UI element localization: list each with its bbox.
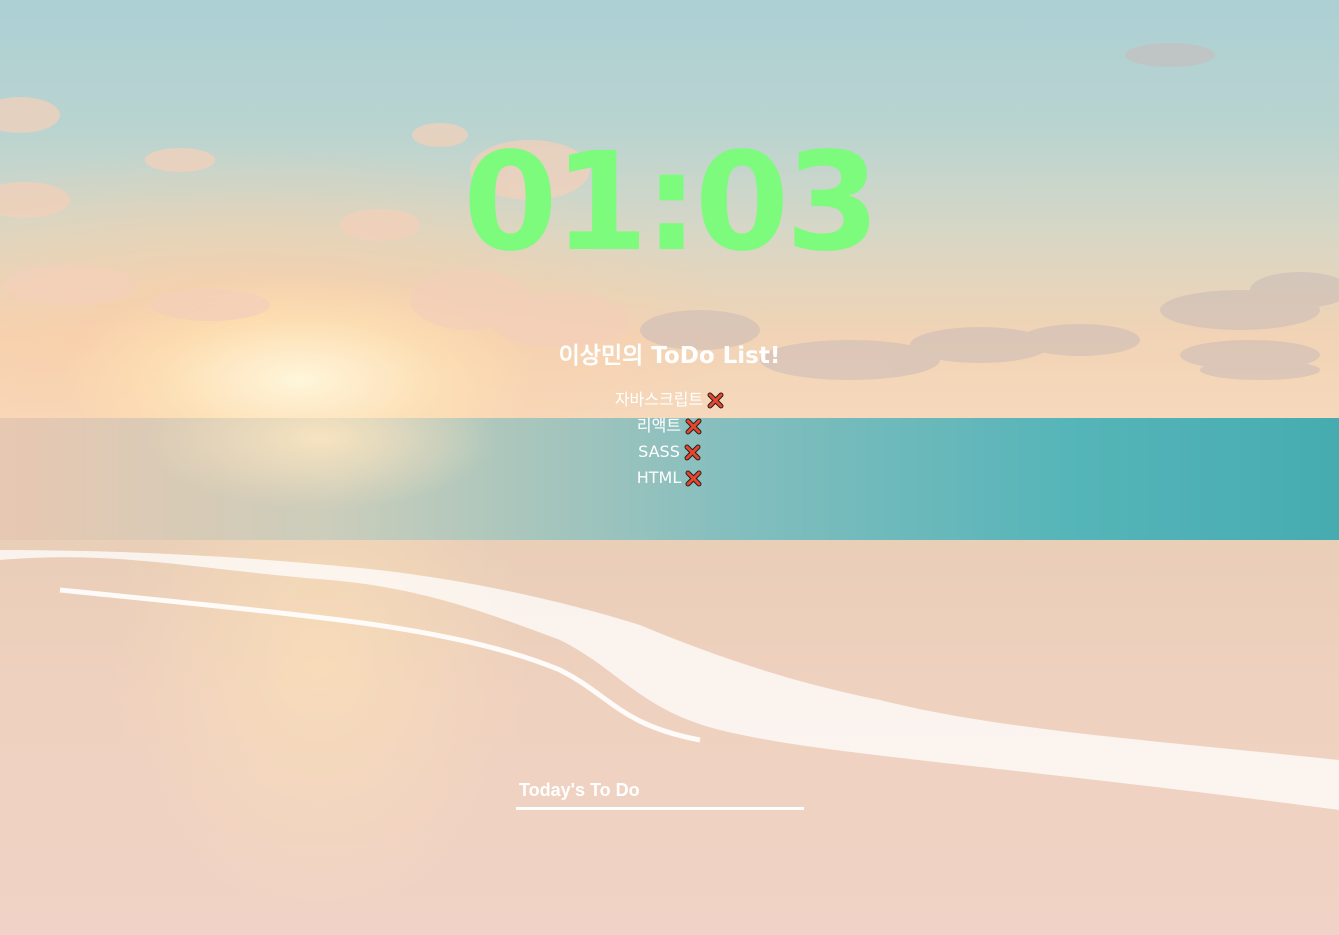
- todo-input[interactable]: [516, 774, 804, 806]
- todo-item: SASS: [0, 438, 1339, 464]
- close-x-icon: [684, 444, 701, 461]
- todo-item: HTML: [0, 464, 1339, 490]
- todo-list: 자바스크립트 리액트 SASS HTML: [0, 386, 1339, 490]
- todo-item-text: 리액트: [636, 415, 682, 435]
- todo-item: 리액트: [0, 412, 1339, 438]
- todo-title: 이상민의 ToDo List!: [558, 343, 781, 369]
- todo-form: [516, 774, 804, 810]
- delete-button[interactable]: [707, 391, 724, 409]
- close-x-icon: [707, 392, 724, 409]
- todo-item-text: SASS: [638, 441, 680, 461]
- delete-button[interactable]: [684, 443, 701, 461]
- todo-item: 자바스크립트: [0, 386, 1339, 412]
- delete-button[interactable]: [685, 417, 702, 435]
- clock: 01:03: [463, 124, 880, 282]
- close-x-icon: [685, 470, 702, 487]
- delete-button[interactable]: [685, 469, 702, 487]
- todo-item-text: 자바스크립트: [614, 389, 704, 409]
- todo-item-text: HTML: [636, 467, 682, 487]
- close-x-icon: [685, 418, 702, 435]
